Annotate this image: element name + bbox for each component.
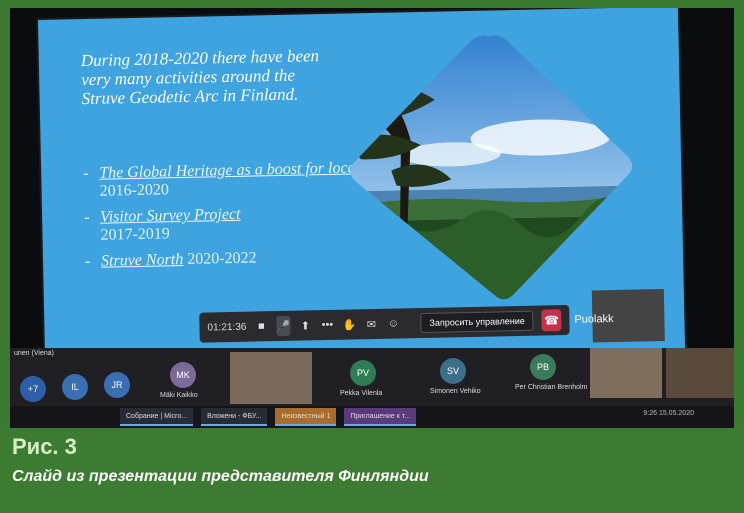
figure-subtitle: Слайд из презентации представителя Финля… xyxy=(12,468,429,485)
participant-name: Simonen Vehiko xyxy=(430,388,481,395)
bullet-link[interactable]: Visitor Survey Project xyxy=(100,206,241,226)
participant-label: unen (Viena) xyxy=(14,350,54,357)
avatar[interactable]: PB xyxy=(530,354,556,380)
system-tray-clock: 9:26 15.05.2020 xyxy=(643,410,694,417)
more-options-icon[interactable]: ••• xyxy=(320,315,334,335)
taskbar-item[interactable]: Приглашение к т... xyxy=(344,408,416,426)
request-control-button[interactable]: Запросить управление xyxy=(420,310,535,334)
taskbar-item[interactable]: Неизвестный 1 xyxy=(275,408,337,426)
camera-icon[interactable]: ■ xyxy=(254,316,268,336)
speaker-name: Puolakk xyxy=(574,313,614,326)
landscape-diamond-svg xyxy=(347,32,635,303)
meeting-toolbar: 01:21:36 ■ 🎤 ⬆ ••• ✋ ✉ ☺ Запросить управ… xyxy=(199,304,570,343)
avatar[interactable]: PV xyxy=(350,360,376,386)
taskbar-item[interactable]: Вложени - ФБУ... xyxy=(201,408,268,426)
chat-icon[interactable]: ✉ xyxy=(364,314,378,334)
tray-date: 15.05.2020 xyxy=(658,410,694,417)
figure-caption: Рис. 3 Слайд из презентации представител… xyxy=(0,428,744,513)
screen-photo: During 2018-2020 there have been very ma… xyxy=(10,8,734,428)
avatar[interactable]: SV xyxy=(440,358,466,384)
taskbar-item[interactable]: Собрание | Micro... xyxy=(120,408,194,426)
mic-icon[interactable]: 🎤 xyxy=(276,315,291,337)
avatar[interactable]: IL xyxy=(62,374,88,400)
avatar[interactable]: MK xyxy=(170,362,196,388)
figure-frame: During 2018-2020 there have been very ma… xyxy=(0,0,744,513)
windows-taskbar: Собрание | Micro... Вложени - ФБУ... Неи… xyxy=(10,406,734,428)
bullet-link[interactable]: Struve North xyxy=(101,251,184,270)
bullet-years: 2020-2022 xyxy=(187,249,257,268)
raise-hand-icon[interactable]: ✋ xyxy=(342,314,356,334)
participant-name: Mäki Kaikko xyxy=(160,392,198,399)
call-timer: 01:21:36 xyxy=(207,321,247,334)
participants-icon[interactable]: ☺ xyxy=(386,313,400,333)
figure-title: Рис. 3 xyxy=(12,434,77,459)
participant-video xyxy=(590,348,662,398)
landscape-photo xyxy=(338,25,644,331)
presentation-slide: During 2018-2020 there have been very ma… xyxy=(38,8,686,365)
hang-up-button[interactable]: ☎ xyxy=(541,309,562,332)
avatar[interactable]: JR xyxy=(104,372,130,398)
avatar[interactable]: +7 xyxy=(20,376,46,402)
slide-intro: During 2018-2020 there have been very ma… xyxy=(80,46,320,109)
bullet-years: 2016-2020 xyxy=(99,181,170,200)
bullet-years: 2017-2019 xyxy=(100,225,171,244)
share-screen-icon[interactable]: ⬆ xyxy=(298,315,312,335)
participant-name: Pekka Vilenla xyxy=(340,390,383,397)
participant-video xyxy=(666,348,734,398)
tray-time: 9:26 xyxy=(643,410,657,417)
participant-video xyxy=(230,352,312,404)
participant-name: Per Christian Brenholm xyxy=(515,384,588,391)
